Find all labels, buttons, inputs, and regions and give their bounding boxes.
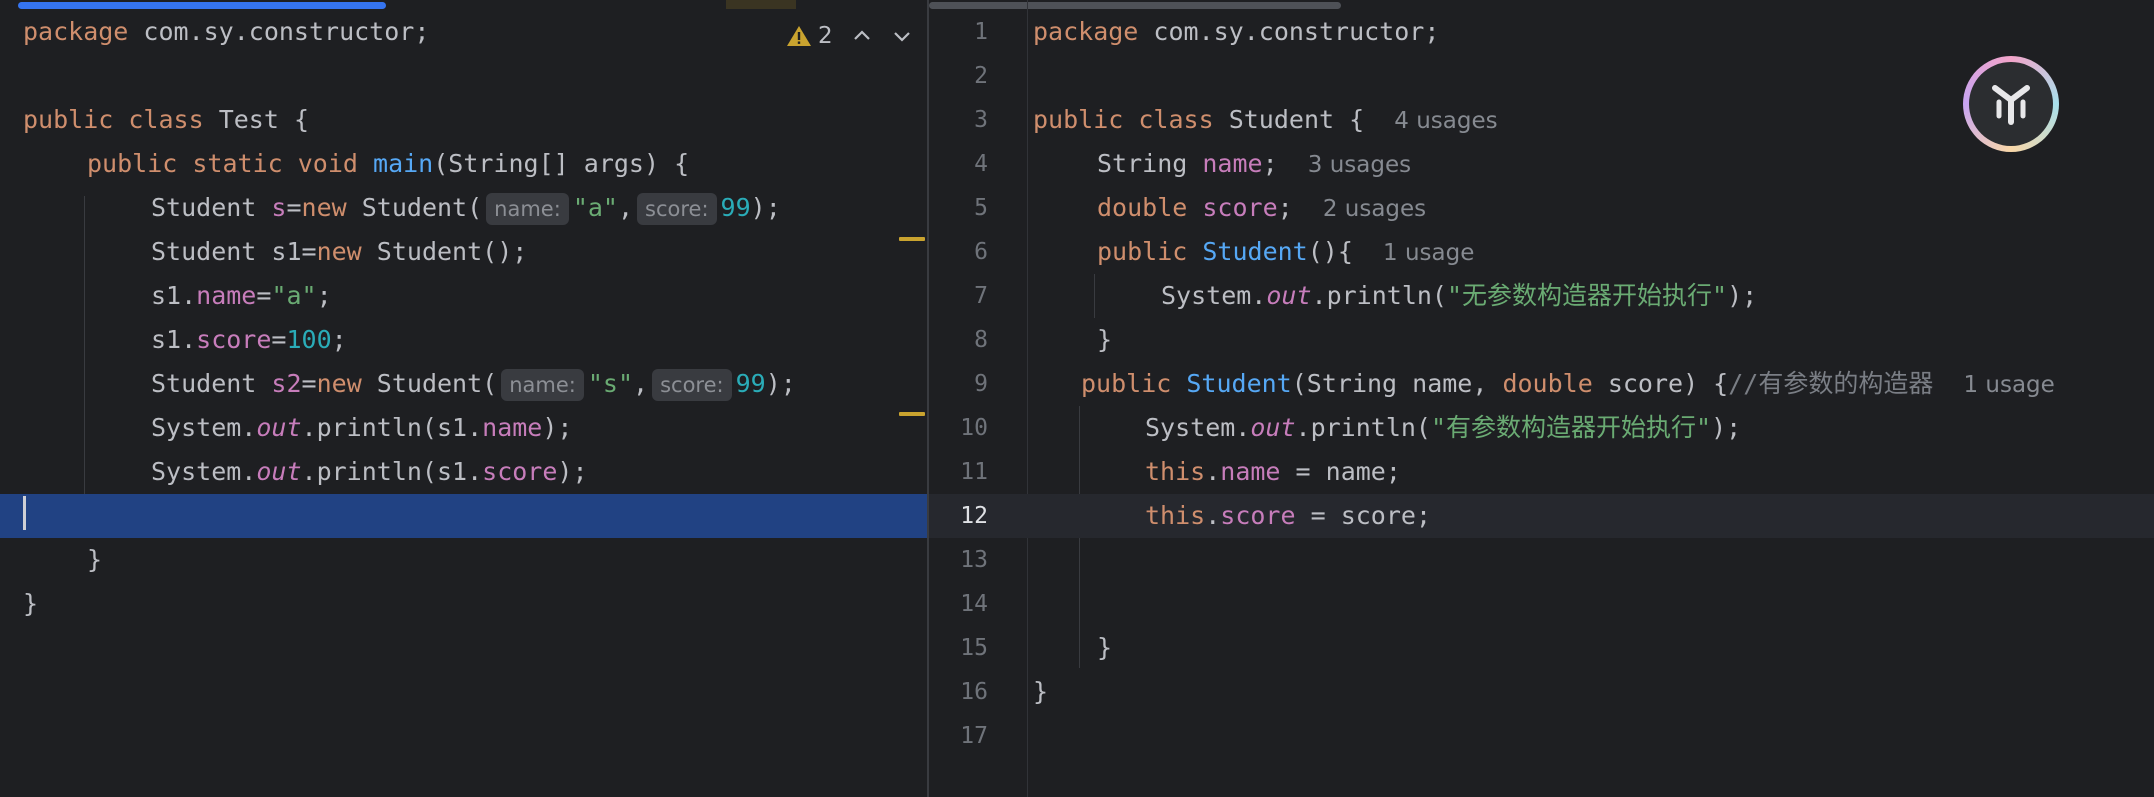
chevron-up-icon[interactable] xyxy=(851,25,873,47)
horizontal-scrollbar[interactable] xyxy=(929,0,2154,9)
code-line-9[interactable]: public Student(String name, double score… xyxy=(929,362,2154,406)
usages-hint[interactable]: 1 usage xyxy=(1383,240,1474,266)
code-line-11[interactable]: System.out.println(s1.score); xyxy=(0,450,927,494)
warning-count: 2 xyxy=(818,23,833,49)
code-line-16[interactable]: } xyxy=(929,670,2154,714)
code-line-15[interactable]: } xyxy=(929,626,2154,670)
warning-stripe-marker[interactable] xyxy=(899,412,925,416)
code-line-5[interactable]: double score; 2 usages xyxy=(929,186,2154,230)
chevron-down-icon[interactable] xyxy=(891,25,913,47)
parameter-hint-score: score: xyxy=(652,369,732,401)
horizontal-scrollbar[interactable] xyxy=(0,0,927,9)
inspection-widget: 2 xyxy=(786,14,913,58)
code-line-8[interactable]: } xyxy=(929,318,2154,362)
code-line-1[interactable]: package com.sy.constructor; xyxy=(929,10,2154,54)
code-line-7[interactable]: s1.name="a"; xyxy=(0,274,927,318)
parameter-hint-score: score: xyxy=(637,193,717,225)
code-line-12[interactable]: this.score = score; xyxy=(929,494,2154,538)
code-line-4[interactable]: String name; 3 usages xyxy=(929,142,2154,186)
scrollbar-thumb[interactable] xyxy=(18,2,386,9)
code-line-3[interactable]: public class Test { xyxy=(0,98,927,142)
usages-hint[interactable]: 2 usages xyxy=(1323,196,1426,222)
warning-counter[interactable]: 2 xyxy=(786,23,833,49)
code-line-5[interactable]: Student s=new Student(name: "a", score: 99)… xyxy=(0,186,927,230)
ai-assistant-icon xyxy=(1992,85,2030,125)
code-line-6[interactable]: public Student(){ 1 usage xyxy=(929,230,2154,274)
usages-hint[interactable]: 4 usages xyxy=(1394,108,1497,134)
warning-icon xyxy=(787,26,811,46)
ai-assistant-icon-bg xyxy=(1969,62,2053,146)
usages-hint[interactable]: 3 usages xyxy=(1308,152,1411,178)
code-line-11[interactable]: this.name = name; xyxy=(929,450,2154,494)
code-line-8[interactable]: s1.score=100; xyxy=(0,318,927,362)
warning-stripe-marker[interactable] xyxy=(899,237,925,241)
code-line-4[interactable]: public static void main(String[] args) { xyxy=(0,142,927,186)
code-comment: //有参数的构造器 xyxy=(1728,369,1934,398)
parameter-hint-name: name: xyxy=(501,369,584,401)
code-line-10[interactable]: System.out.println(s1.name); xyxy=(0,406,927,450)
code-line-10[interactable]: System.out.println("有参数构造器开始执行"); xyxy=(929,406,2154,450)
left-editor-pane[interactable]: package com.sy.constructor; public class… xyxy=(0,0,927,797)
code-line-9[interactable]: Student s2=new Student(name: "s", score: 99… xyxy=(0,362,927,406)
code-line-14[interactable]: } xyxy=(0,582,927,626)
current-line-highlight xyxy=(0,494,927,538)
code-line-13[interactable]: } xyxy=(0,538,927,582)
text-caret xyxy=(23,496,26,530)
ai-assistant-button[interactable] xyxy=(1963,56,2059,152)
scrollbar-warning-region xyxy=(726,0,796,9)
parameter-hint-name: name: xyxy=(486,193,569,225)
usages-hint[interactable]: 1 usage xyxy=(1963,372,2054,398)
scrollbar-thumb[interactable] xyxy=(929,2,1341,9)
code-line-6[interactable]: Student s1=new Student(); xyxy=(0,230,927,274)
code-line-7[interactable]: System.out.println("无参数构造器开始执行"); xyxy=(929,274,2154,318)
